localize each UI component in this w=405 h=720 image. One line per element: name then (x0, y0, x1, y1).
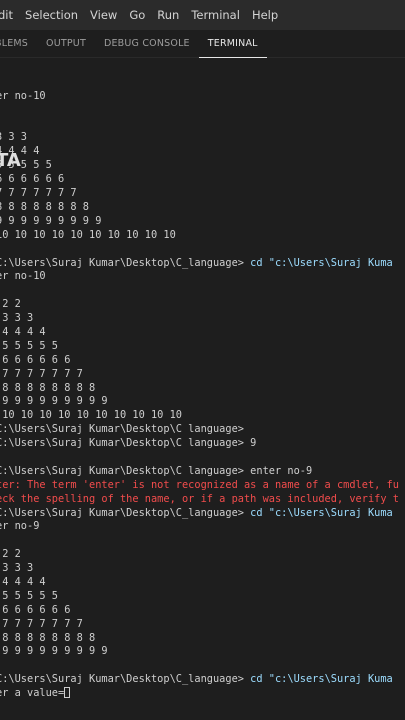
terminal-line-text: 5 5 5 5 5 (0, 339, 58, 352)
terminal-line-text: C:\Users\Suraj Kumar\Desktop\C_language> (0, 256, 251, 269)
terminal-line: 4 4 4 4 (0, 326, 405, 340)
terminal-line: 6 6 6 6 6 6 (0, 173, 405, 187)
terminal-line-text: eck the spelling of the name, or if a pa… (0, 492, 399, 505)
terminal-line-text: 7 7 7 7 7 7 7 (0, 187, 77, 200)
terminal-line-text: 6 6 6 6 6 6 (0, 173, 65, 186)
terminal-line: C:\Users\Suraj Kumar\Desktop\C language>… (0, 465, 405, 479)
terminal-line-text: 4 4 4 4 (0, 325, 46, 338)
terminal-line-text: 3 3 3 (2, 312, 34, 325)
terminal-line: 3 3 3 (0, 131, 405, 145)
terminal-command: cd "c:\Users\Suraj Kuma (250, 506, 393, 519)
terminal-error-line: ter: The term 'enter' is not recognized … (0, 479, 405, 493)
terminal-line: 7 7 7 7 7 7 7 (0, 368, 405, 382)
terminal-line: 10 10 10 10 10 10 10 10 10 10 (0, 409, 405, 423)
menu-item-dit[interactable]: dit (0, 8, 19, 22)
terminal-line-text: 9 9 9 9 9 9 9 9 9 (0, 214, 102, 227)
menu-bar: dit Selection View Go Run Terminal Help (0, 0, 405, 30)
terminal-line-text: 4 4 4 4 (0, 575, 46, 588)
terminal-line: 8 8 8 8 8 8 8 8 (0, 382, 405, 396)
terminal-line: 5 5 5 5 5 (0, 159, 405, 173)
terminal-line-text: C:\Users\Suraj Kumar\Desktop\C language> (0, 423, 244, 436)
terminal-line-text: er no-9 (0, 520, 40, 533)
terminal-line: er a value= (0, 687, 405, 701)
terminal-line-text: 6 6 6 6 6 6 (0, 603, 71, 616)
terminal-line-text: C:\Users\Suraj Kumar\Desktop\C_language> (0, 673, 251, 686)
terminal-line-text: er no-10 (0, 270, 46, 283)
terminal-line: er no-9 (0, 520, 405, 534)
terminal-line-text: 7 7 7 7 7 7 7 (0, 367, 83, 380)
terminal-line: 7 7 7 7 7 7 7 (0, 618, 405, 632)
terminal-line: 9 9 9 9 9 9 9 9 9 (0, 215, 405, 229)
tab-terminal[interactable]: TERMINAL (198, 30, 267, 58)
terminal-line-text: 10 10 10 10 10 10 10 10 10 10 (0, 228, 176, 241)
terminal-line-text: 8 8 8 8 8 8 8 8 (0, 631, 96, 644)
menu-item-selection[interactable]: Selection (19, 8, 84, 22)
terminal-line: C:\Users\Suraj Kumar\Desktop\C language> (0, 423, 405, 437)
terminal-line: 4 4 4 4 (0, 145, 405, 159)
overlay-glyph: TA (0, 150, 21, 171)
terminal-line: er no-10 (0, 270, 405, 284)
terminal-line: 8 8 8 8 8 8 8 8 (0, 632, 405, 646)
terminal-line: 9 9 9 9 9 9 9 9 9 (0, 395, 405, 409)
terminal-line: C:\Users\Suraj Kumar\Desktop\C language>… (0, 437, 405, 451)
terminal-line: C:\Users\Suraj Kumar\Desktop\C_language>… (0, 257, 405, 271)
terminal-line: C:\Users\Suraj Kumar\Desktop\C_language>… (0, 507, 405, 521)
terminal-line: 10 10 10 10 10 10 10 10 10 10 (0, 229, 405, 243)
terminal-line-text: 2 2 (2, 548, 21, 561)
terminal-line-text: er a value= (0, 687, 65, 700)
terminal-line: 6 6 6 6 6 6 (0, 604, 405, 618)
terminal-line: 2 2 (0, 298, 405, 312)
terminal-line: 6 6 6 6 6 6 (0, 354, 405, 368)
tab-output[interactable]: OUTPUT (37, 30, 95, 58)
terminal-line: 5 5 5 5 5 (0, 340, 405, 354)
terminal-line: 4 4 4 4 (0, 576, 405, 590)
menu-item-go[interactable]: Go (123, 8, 151, 22)
terminal-line: 3 3 3 (0, 312, 405, 326)
terminal-command: cd "c:\Users\Suraj Kuma (250, 673, 393, 686)
terminal-line-text: 7 7 7 7 7 7 7 (0, 617, 83, 630)
terminal-line: 5 5 5 5 5 (0, 590, 405, 604)
terminal-line-text: 3 3 3 (0, 131, 27, 144)
terminal-line-text: 9 9 9 9 9 9 9 9 9 (0, 645, 108, 658)
terminal-line: 2 2 (0, 548, 405, 562)
terminal-line-text: 8 8 8 8 8 8 8 8 (0, 381, 96, 394)
terminal-line: 8 8 8 8 8 8 8 8 (0, 201, 405, 215)
terminal-line-text: 9 9 9 9 9 9 9 9 9 (0, 395, 108, 408)
tab-blems[interactable]: BLEMS (0, 30, 37, 58)
terminal-line-text: C:\Users\Suraj Kumar\Desktop\C language>… (0, 464, 313, 477)
terminal-line-text: 2 2 (2, 298, 21, 311)
terminal-line: C:\Users\Suraj Kumar\Desktop\C_language>… (0, 673, 405, 687)
terminal-output[interactable]: TA er no-103 3 34 4 4 45 5 5 5 56 6 6 6 … (0, 62, 405, 720)
menu-item-view[interactable]: View (84, 8, 123, 22)
terminal-error-line: eck the spelling of the name, or if a pa… (0, 493, 405, 507)
terminal-cursor[interactable] (64, 687, 71, 699)
terminal-line: er no-10 (0, 90, 405, 104)
terminal-line: 9 9 9 9 9 9 9 9 9 (0, 645, 405, 659)
terminal-line-text: 5 5 5 5 5 (0, 589, 58, 602)
terminal-line-text: 6 6 6 6 6 6 (0, 353, 71, 366)
tab-debug-console[interactable]: DEBUG CONSOLE (95, 30, 199, 58)
terminal-line-text: ter: The term 'enter' is not recognized … (0, 478, 399, 491)
terminal-line-text: er no-10 (0, 89, 46, 102)
terminal-line-text: C:\Users\Suraj Kumar\Desktop\C_language> (0, 506, 251, 519)
menu-item-run[interactable]: Run (151, 8, 185, 22)
terminal-line-text: 3 3 3 (2, 562, 34, 575)
menu-item-help[interactable]: Help (246, 8, 284, 22)
menu-item-terminal[interactable]: Terminal (185, 8, 246, 22)
terminal-command: cd "c:\Users\Suraj Kuma (250, 256, 393, 269)
terminal-line: 3 3 3 (0, 562, 405, 576)
panel-tab-bar: BLEMSOUTPUTDEBUG CONSOLETERMINAL (0, 30, 405, 58)
terminal-line-text: C:\Users\Suraj Kumar\Desktop\C language>… (0, 437, 257, 450)
terminal-line-text: 10 10 10 10 10 10 10 10 10 10 (0, 409, 182, 422)
terminal-line: 7 7 7 7 7 7 7 (0, 187, 405, 201)
terminal-line-text: 8 8 8 8 8 8 8 8 (0, 200, 89, 213)
